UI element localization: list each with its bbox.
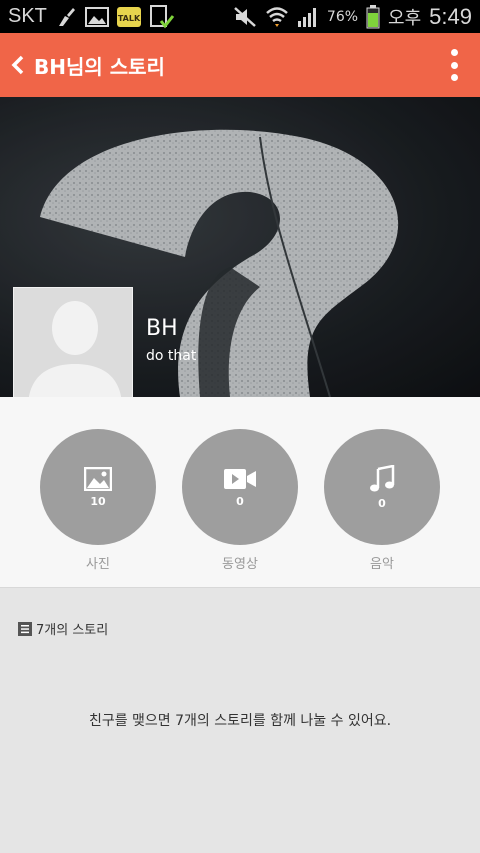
videos-button[interactable]: 0	[182, 429, 298, 545]
ampm-label: 오후	[388, 7, 422, 29]
kakaotalk-icon: TALK	[116, 6, 141, 28]
menu-dot	[450, 61, 458, 69]
music-count: 0	[378, 496, 386, 510]
empty-stories-message: 친구를 맺으면 7개의 스토리를 함께 나눌 수 있어요.	[88, 713, 392, 729]
menu-dot	[450, 74, 458, 81]
signal-icon	[297, 6, 319, 28]
list-icon	[18, 621, 32, 636]
clipboard-check-icon	[149, 4, 175, 29]
media-music[interactable]: 0 음악	[324, 429, 440, 572]
action-bar: BH님의 스토리	[0, 33, 480, 97]
back-button[interactable]	[2, 33, 34, 97]
status-bar: SKT TALK 76% 오후 5:49	[0, 0, 480, 33]
music-button[interactable]: 0	[324, 429, 440, 545]
page-title: BH님의 스토리	[34, 54, 165, 79]
videos-label: 동영상	[222, 557, 258, 572]
battery-percent: 76%	[326, 8, 359, 25]
music-label: 음악	[370, 557, 394, 572]
cleaner-icon	[55, 6, 77, 28]
menu-dot	[450, 49, 458, 56]
story-count-header: 7개의 스토리	[18, 619, 108, 638]
videos-count: 0	[236, 494, 244, 508]
photos-count: 10	[90, 494, 106, 508]
status-bar-left: SKT TALK	[8, 4, 175, 29]
mute-icon	[233, 6, 257, 28]
profile-status-message: do that	[146, 348, 197, 364]
media-section: 10 사진 0 동영상 0 음악	[0, 397, 480, 588]
status-bar-right: 76% 오후 5:49	[233, 4, 472, 30]
clock: 5:49	[429, 3, 472, 29]
photos-label: 사진	[86, 557, 110, 572]
wifi-icon	[265, 6, 289, 28]
battery-icon	[366, 4, 380, 29]
svg-text:TALK: TALK	[118, 14, 141, 23]
chevron-left-icon	[11, 55, 24, 75]
video-icon	[224, 468, 256, 489]
media-videos[interactable]: 0 동영상	[182, 429, 298, 572]
profile-picture[interactable]	[13, 287, 133, 407]
media-photos[interactable]: 10 사진	[40, 429, 156, 572]
profile-name: BH	[146, 316, 178, 341]
photo-icon	[84, 466, 112, 491]
gallery-icon	[84, 6, 109, 28]
carrier-label: SKT	[8, 5, 47, 27]
default-avatar-icon	[14, 288, 132, 406]
photos-button[interactable]: 10	[40, 429, 156, 545]
story-count-label: 7개의 스토리	[36, 623, 109, 638]
music-icon	[370, 464, 395, 491]
overflow-menu-button[interactable]	[446, 49, 462, 81]
